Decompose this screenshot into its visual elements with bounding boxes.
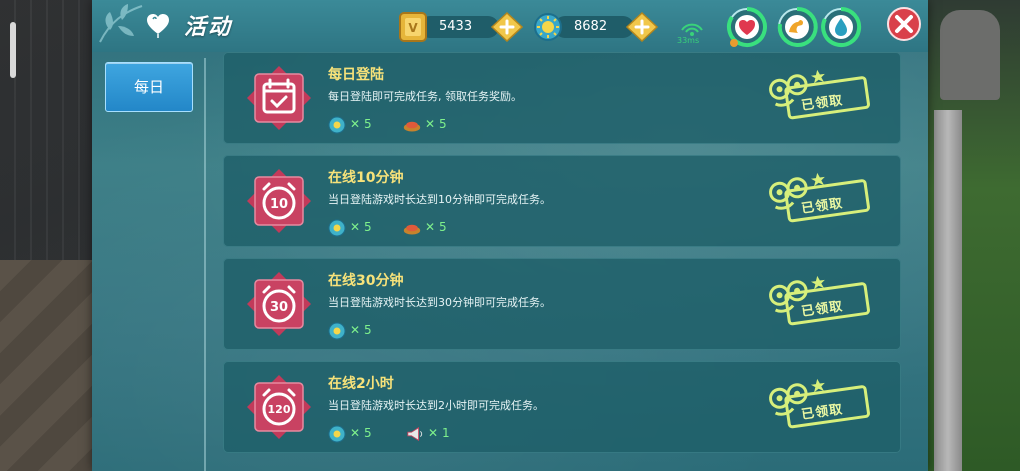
water-stat-icon[interactable] <box>820 6 862 48</box>
food-plate-icon <box>403 224 421 235</box>
claimed-stamp[interactable]: 已领取 <box>763 371 873 441</box>
reward-amount: 5 <box>364 323 372 337</box>
strength-stat-icon[interactable] <box>776 6 818 48</box>
fence-post <box>934 110 962 471</box>
stone-block <box>940 10 1000 100</box>
leaf-decoration-icon <box>99 4 143 43</box>
reward-multiply: ✕ <box>425 220 436 234</box>
reward-multiply: ✕ <box>350 220 361 234</box>
gem-coin-icon <box>328 425 346 443</box>
claimed-stamp[interactable]: 已领取 <box>763 268 873 338</box>
claimed-stamp[interactable]: 已领取 <box>763 165 873 235</box>
horn-icon <box>407 426 423 442</box>
gem-coin-icon <box>328 116 346 134</box>
svg-text:V: V <box>408 21 418 35</box>
floor-texture <box>0 260 92 471</box>
game-world-left <box>0 0 92 471</box>
side-drawer-handle[interactable] <box>10 22 16 78</box>
gem-coin-icon <box>328 322 346 340</box>
reward-multiply: ✕ <box>350 426 361 440</box>
reward-multiply: ✕ <box>350 117 361 131</box>
gold-ticket-icon: V <box>399 12 427 42</box>
alarm-clock-icon: 10 <box>247 169 311 233</box>
reward-amount: 1 <box>442 426 450 440</box>
add-gem-button[interactable] <box>626 12 658 42</box>
close-button[interactable] <box>886 6 922 42</box>
game-world-right <box>928 0 1020 471</box>
wifi-icon <box>681 23 703 36</box>
sun-gem-icon <box>534 13 562 41</box>
gold-currency: V 5433 <box>397 12 527 42</box>
reward-amount: 5 <box>439 117 447 131</box>
add-gold-button[interactable] <box>491 12 523 42</box>
reward-amount: 5 <box>364 117 372 131</box>
task-title: 在线2小时 <box>328 376 394 392</box>
gem-coin-icon <box>328 219 346 237</box>
task-description: 每日登陆即可完成任务, 领取任务奖励。 <box>328 90 522 103</box>
reward-multiply: ✕ <box>425 117 436 131</box>
task-card-online-30min: 30 在线30分钟 当日登陆游戏时长达到30分钟即可完成任务。 ✕ 5 已领取 <box>223 258 901 350</box>
reward-amount: 5 <box>364 426 372 440</box>
task-card-daily-login: 每日登陆 每日登陆即可完成任务, 领取任务奖励。 ✕ 5 ✕ 5 已领取 <box>223 52 901 144</box>
alarm-clock-icon: 120 <box>247 375 311 439</box>
activity-panel: 活动 V 5433 8682 33ms 每日 每日登陆 每日登陆即可完成任务, … <box>92 0 928 471</box>
task-title: 每日登陆 <box>328 67 384 83</box>
task-description: 当日登陆游戏时长达到2小时即可完成任务。 <box>328 399 544 412</box>
health-stat-icon[interactable] <box>726 6 768 48</box>
task-card-online-2h: 120 在线2小时 当日登陆游戏时长达到2小时即可完成任务。 ✕ 5 ✕ 1 已… <box>223 361 901 453</box>
reward-multiply: ✕ <box>350 323 361 337</box>
reward-amount: 5 <box>439 220 447 234</box>
network-signal: 33ms <box>677 18 707 48</box>
panel-header: 活动 V 5433 8682 33ms <box>92 0 928 52</box>
task-title: 在线30分钟 <box>328 273 404 289</box>
gem-amount: 8682 <box>574 19 608 34</box>
heart-balloon-icon <box>147 14 169 38</box>
reward-amount: 5 <box>364 220 372 234</box>
claimed-stamp[interactable]: 已领取 <box>763 62 873 132</box>
clock-number: 30 <box>270 300 288 315</box>
task-description: 当日登陆游戏时长达到30分钟即可完成任务。 <box>328 296 551 309</box>
task-description: 当日登陆游戏时长达到10分钟即可完成任务。 <box>328 193 551 206</box>
calendar-check-icon <box>247 66 311 130</box>
task-title: 在线10分钟 <box>328 170 404 186</box>
tab-daily[interactable]: 每日 <box>105 62 193 112</box>
food-plate-icon <box>403 121 421 132</box>
task-card-online-10min: 10 在线10分钟 当日登陆游戏时长达到10分钟即可完成任务。 ✕ 5 ✕ 5 <box>223 155 901 247</box>
sidebar-divider <box>204 58 206 471</box>
reward-multiply: ✕ <box>428 426 439 440</box>
gold-amount: 5433 <box>439 19 473 34</box>
gem-currency: 8682 <box>532 12 662 42</box>
clock-number: 120 <box>268 403 291 416</box>
page-title: 活动 <box>184 15 233 40</box>
ping-value: 33ms <box>677 36 700 45</box>
alarm-clock-icon: 30 <box>247 272 311 336</box>
clock-number: 10 <box>270 197 288 212</box>
